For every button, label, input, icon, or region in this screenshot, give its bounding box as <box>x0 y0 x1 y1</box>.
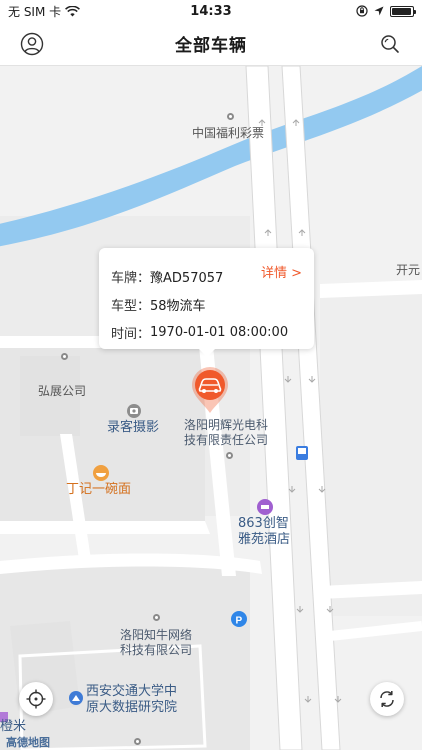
map-label-zhiniu-1: 洛阳知牛网络 <box>120 628 193 642</box>
poi-dot <box>227 113 234 120</box>
plate-value: 豫AD57057 <box>150 270 224 286</box>
time-value: 1970-01-01 08:00:00 <box>150 324 289 340</box>
details-link[interactable]: 详情 > <box>261 262 302 281</box>
person-icon <box>20 32 44 56</box>
type-row: 车型： 58物流车 <box>111 290 304 318</box>
vehicle-info-window: 车牌： 豫AD57057 车型： 58物流车 时间： 1970-01-01 08… <box>99 248 314 357</box>
profile-button[interactable] <box>18 30 46 58</box>
map-provider-logo: 高德地图 <box>6 736 50 749</box>
poi-dot <box>226 452 233 459</box>
battery-icon <box>390 5 416 17</box>
map-label-kaiyuan: 开元 <box>396 263 421 277</box>
time-row: 时间： 1970-01-01 08:00:00 <box>111 318 304 346</box>
carrier-text: 无 SIM 卡 <box>8 4 62 19</box>
map-label-lottery: 中国福利彩票 <box>192 126 265 140</box>
type-label: 车型： <box>111 298 151 314</box>
search-icon <box>381 35 399 53</box>
status-left: 无 SIM 卡 <box>8 3 81 20</box>
map-label-hotel-2: 雅苑酒店 <box>238 532 291 547</box>
map-label-dingji: 丁记一碗面 <box>66 482 132 497</box>
car-icon <box>192 367 228 413</box>
plate-label: 车牌： <box>111 270 151 286</box>
poi-dot <box>153 614 160 621</box>
vehicle-marker[interactable] <box>190 366 230 414</box>
svg-text:P: P <box>236 616 243 627</box>
locate-icon <box>26 689 46 709</box>
location-arrow-icon <box>374 6 384 16</box>
map-label-minghui-1: 洛阳明辉光电科 <box>184 418 269 432</box>
orientation-lock-icon <box>356 5 368 17</box>
map-label-bottom-left: 橙米 <box>0 719 27 734</box>
wifi-icon <box>65 5 81 16</box>
map-label-luke: 录客摄影 <box>107 420 160 435</box>
battery-fill <box>392 7 411 15</box>
type-value: 58物流车 <box>150 298 206 314</box>
time-label: 时间： <box>111 326 151 342</box>
map-label-xjtu-2: 原大数据研究院 <box>86 700 178 715</box>
poi-dot <box>134 738 141 745</box>
page-title: 全部车辆 <box>175 36 247 56</box>
poi-dot <box>61 353 68 360</box>
map-label-xjtu-1: 西安交通大学中 <box>86 684 178 699</box>
refresh-button[interactable] <box>370 682 404 716</box>
map-label-hongzhan: 弘展公司 <box>38 384 87 398</box>
map-label-zhiniu-2: 科技有限公司 <box>120 643 193 657</box>
locate-button[interactable] <box>19 682 53 716</box>
nav-bar: 全部车辆 <box>0 22 422 66</box>
refresh-icon <box>380 691 394 707</box>
map-label-minghui-2: 技有限责任公司 <box>184 433 269 447</box>
map-label-hotel-1: 863创智 <box>238 516 289 531</box>
status-bar: 无 SIM 卡 14:33 <box>0 0 422 22</box>
search-button[interactable] <box>376 30 404 58</box>
status-right <box>356 5 416 17</box>
